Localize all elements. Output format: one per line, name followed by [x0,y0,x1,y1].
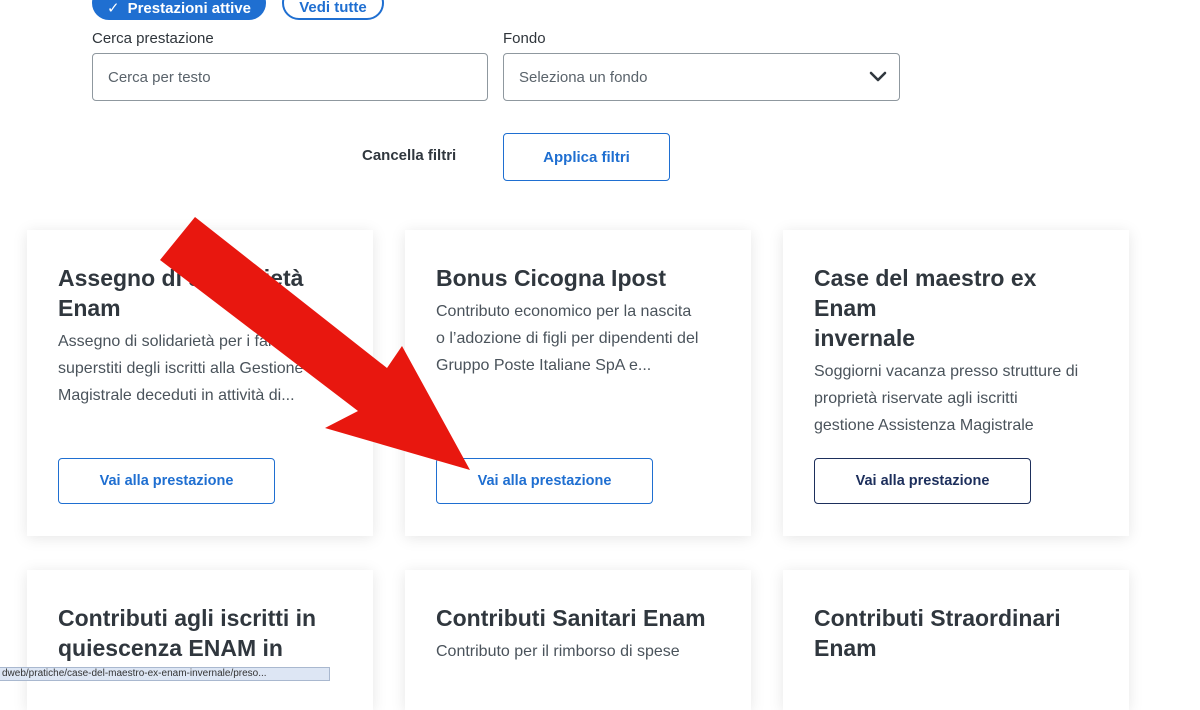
card-title-line: Contributi agli iscritti in [58,605,317,631]
go-to-service-label: Vai alla prestazione [855,473,990,489]
card-description: Contributo economico per la nascita o l’… [436,298,720,379]
card-title-line: Bonus Cicogna Ipost [436,265,666,291]
card-desc-line: Contributo economico per la nascita [436,303,692,320]
card-title: Contributi Sanitari Enam [436,603,720,633]
card-description: Soggiorni vacanza presso strutture di pr… [814,358,1098,439]
tab-active-label: Prestazioni attive [127,0,251,17]
service-card: Contributi Straordinari Enam [783,570,1129,710]
go-to-service-button[interactable]: Vai alla prestazione [58,458,275,504]
card-desc-line: superstiti degli iscritti alla Gestione [58,360,304,377]
card-title-line: Contributi Sanitari Enam [436,605,706,631]
card-description: Assegno di solidarietà per i familiari s… [58,328,342,409]
go-to-service-button[interactable]: Vai alla prestazione [814,458,1031,504]
tab-active-prestazioni[interactable]: ✓ Prestazioni attive [92,0,266,20]
chevron-down-icon [869,71,887,82]
apply-filters-label: Applica filtri [543,148,630,166]
go-to-service-button[interactable]: Vai alla prestazione [436,458,653,504]
card-desc-line: proprietà riservate agli iscritti [814,390,1018,407]
card-desc-line: o l’adozione di figli per dipendenti del [436,330,699,347]
go-to-service-label: Vai alla prestazione [99,473,234,489]
tab-all-label: Vedi tutte [299,0,367,16]
card-description: Contributo per il rimborso di spese [436,638,720,665]
apply-filters-button[interactable]: Applica filtri [503,133,670,181]
search-label: Cerca prestazione [92,30,214,47]
card-title: Assegno di solidarietà Enam [58,263,342,323]
card-desc-line: gestione Assistenza Magistrale [814,417,1034,434]
card-title-line: Enam [814,635,877,661]
card-title-line: Contributi Straordinari [814,605,1061,631]
tab-all-prestazioni[interactable]: Vedi tutte [282,0,384,20]
card-title-line: Enam [58,295,121,321]
service-card: Bonus Cicogna Ipost Contributo economico… [405,230,751,536]
card-desc-line: Gruppo Poste Italiane SpA e... [436,357,652,374]
card-title-line: Case del maestro ex Enam [814,265,1037,321]
service-card: Assegno di solidarietà Enam Assegno di s… [27,230,373,536]
check-icon: ✓ [107,0,120,17]
card-title: Contributi agli iscritti in quiescenza E… [58,603,342,663]
service-card: Case del maestro ex Enam invernale Soggi… [783,230,1129,536]
card-title: Contributi Straordinari Enam [814,603,1098,663]
card-title: Case del maestro ex Enam invernale [814,263,1098,353]
fund-select[interactable]: Seleziona un fondo [503,53,900,101]
service-card: Contributi Sanitari Enam Contributo per … [405,570,751,710]
search-placeholder: Cerca per testo [108,68,211,86]
service-card: Contributi agli iscritti in quiescenza E… [27,570,373,710]
card-desc-line: Magistrale deceduti in attività di... [58,387,295,404]
clear-filters-button[interactable]: Cancella filtri [362,147,456,164]
card-desc-line: Assegno di solidarietà per i familiari [58,333,310,350]
card-desc-line: Soggiorni vacanza presso strutture di [814,363,1079,380]
fund-select-value: Seleziona un fondo [519,68,648,86]
card-title-line: invernale [814,325,915,351]
go-to-service-label: Vai alla prestazione [477,473,612,489]
search-input[interactable]: Cerca per testo [92,53,488,101]
card-title-line: quiescenza ENAM in [58,635,283,661]
card-title: Bonus Cicogna Ipost [436,263,720,293]
card-title-line: Assegno di solidarietà [58,265,304,291]
card-desc-line: Contributo per il rimborso di spese [436,643,680,660]
fund-label: Fondo [503,30,546,47]
